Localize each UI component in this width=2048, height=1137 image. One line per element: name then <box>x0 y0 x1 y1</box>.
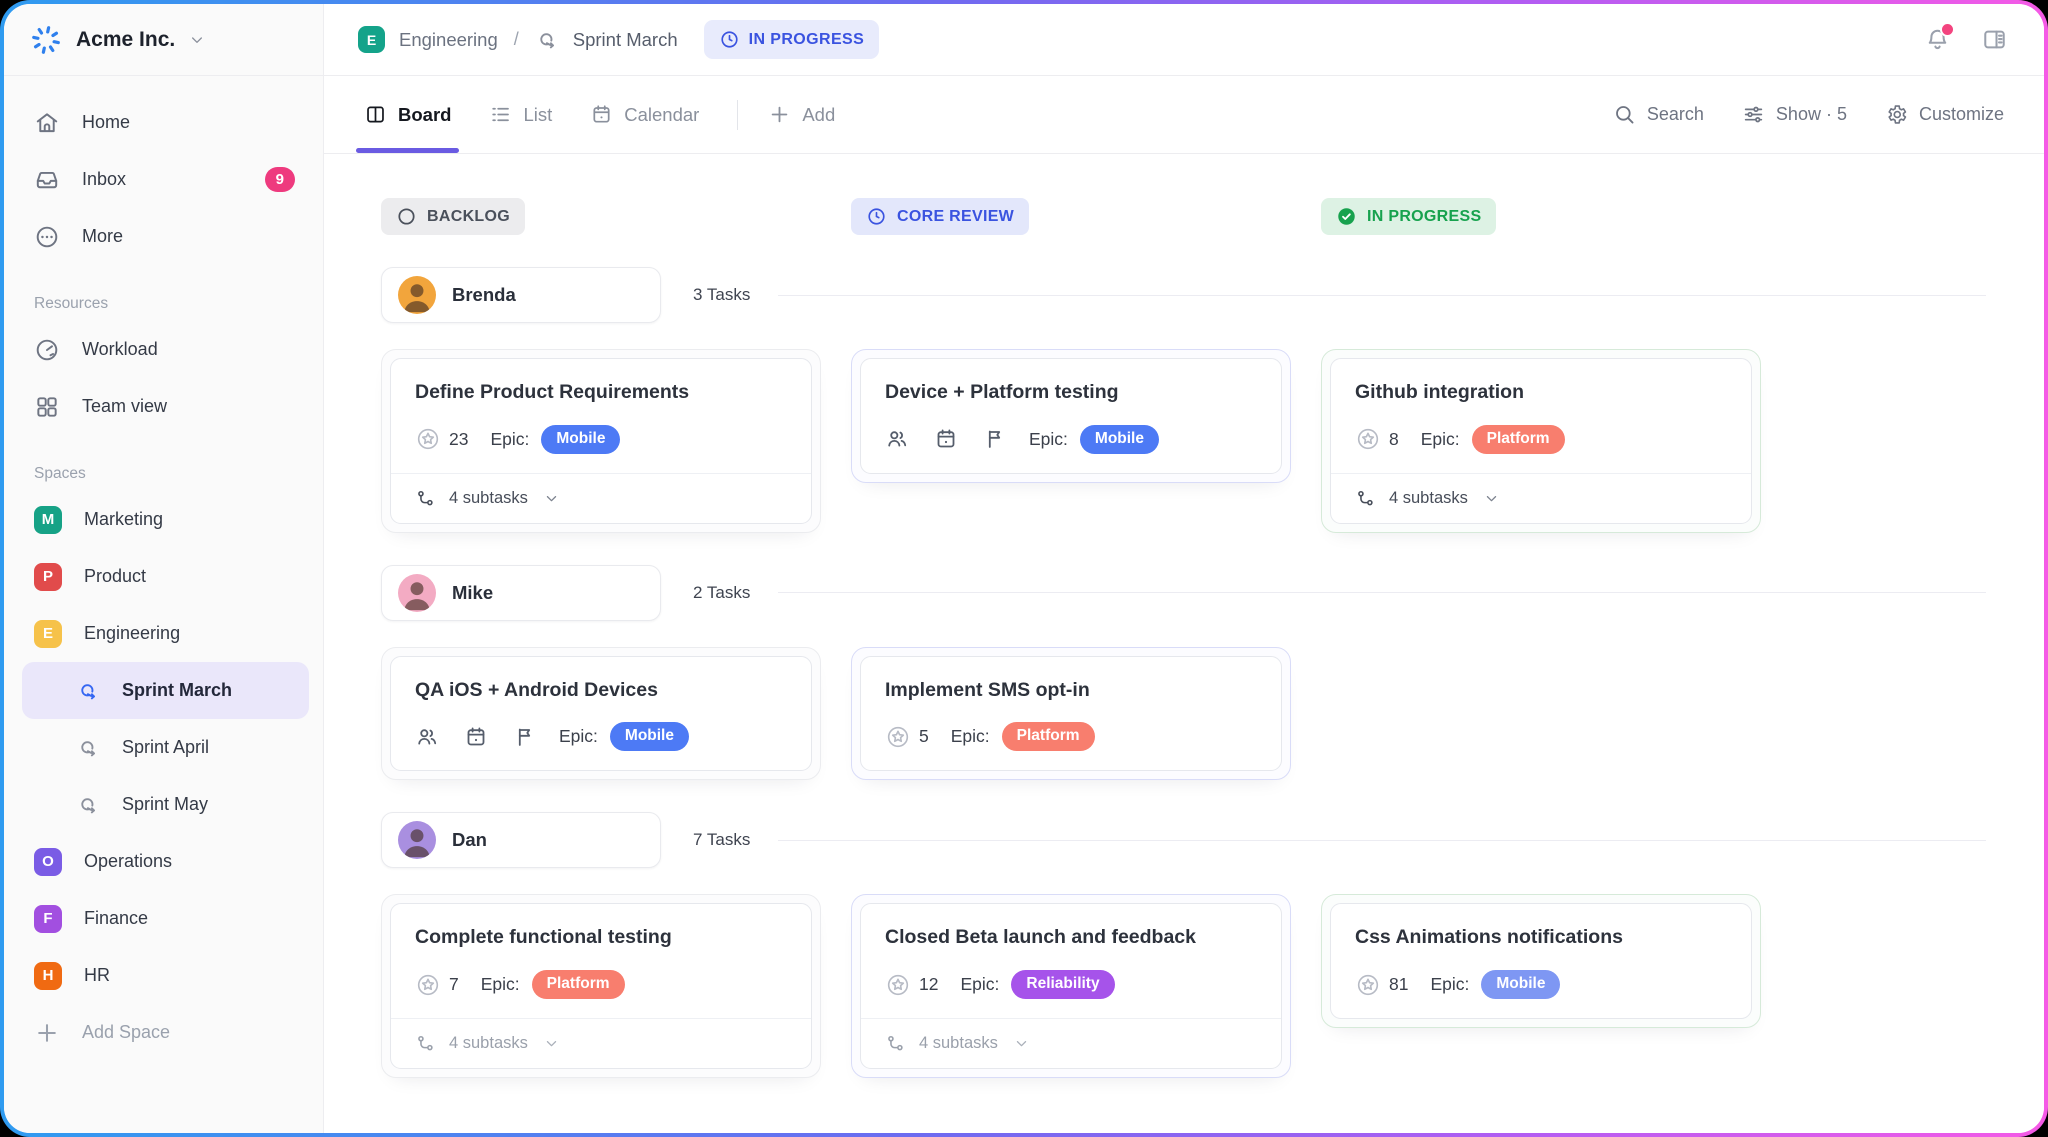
add-view-button[interactable]: Add <box>768 76 835 153</box>
tab-calendar[interactable]: Calendar <box>590 76 699 153</box>
tab-board[interactable]: Board <box>364 76 451 153</box>
plus-icon <box>768 103 791 126</box>
tab-label: Calendar <box>624 104 699 126</box>
tab-label: List <box>523 104 552 126</box>
add-view-label: Add <box>802 104 835 126</box>
notifications-bell-icon[interactable] <box>1924 26 1951 53</box>
list-view-icon <box>489 103 512 126</box>
panel-toggle-icon[interactable] <box>1981 26 2008 53</box>
tab-label: Board <box>398 104 451 126</box>
board-view-icon <box>364 103 387 126</box>
calendar-icon <box>590 103 613 126</box>
tab-list[interactable]: List <box>489 76 552 153</box>
notification-dot <box>1940 22 1955 37</box>
